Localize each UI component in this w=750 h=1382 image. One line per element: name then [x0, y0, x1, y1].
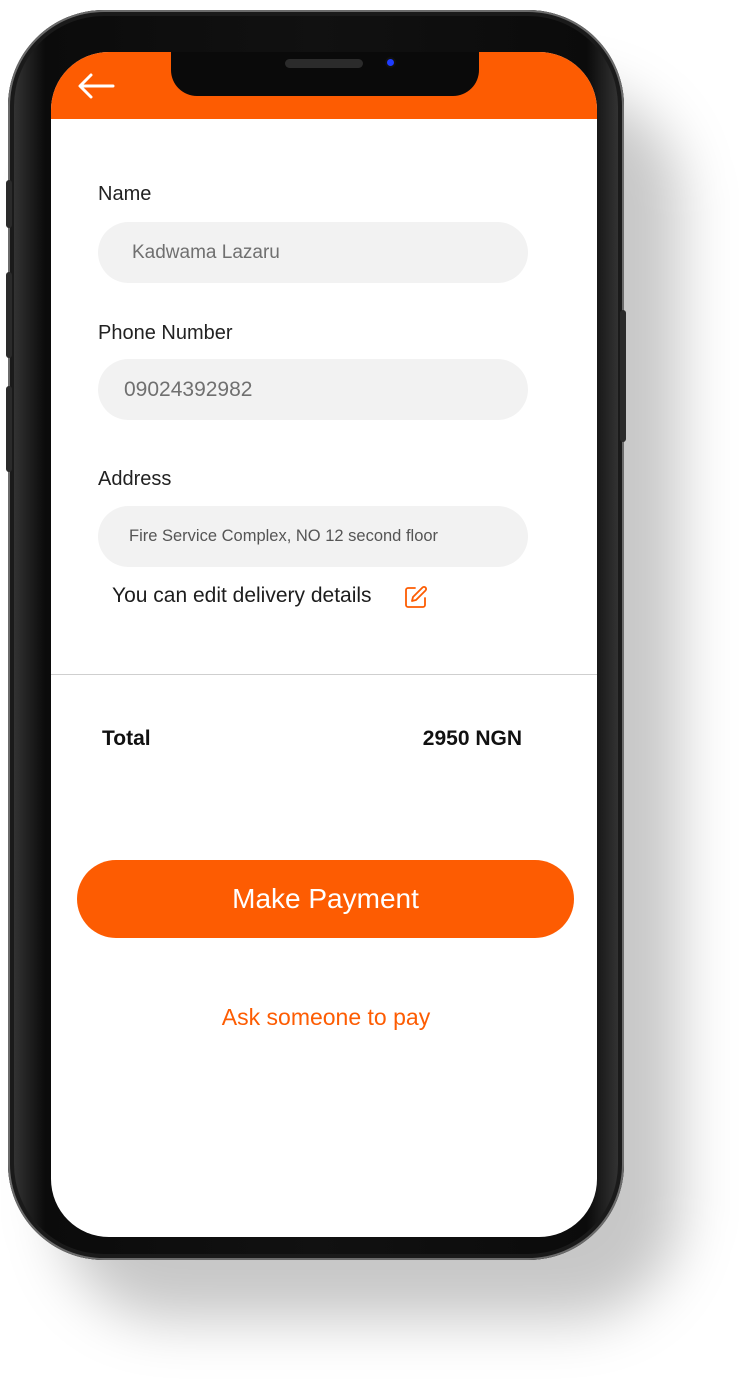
volume-down-button: [6, 386, 12, 472]
name-field[interactable]: [98, 222, 528, 283]
arrow-left-icon[interactable]: [77, 72, 115, 100]
phone-notch: [171, 52, 479, 96]
phone-field[interactable]: [98, 359, 528, 420]
total-amount: 2950 NGN: [422, 727, 522, 750]
phone-frame: Name Phone Number Address You can edit d…: [6, 10, 626, 1260]
address-label: Address: [98, 468, 172, 490]
name-label: Name: [98, 183, 152, 205]
phone-label: Phone Number: [98, 322, 233, 344]
section-divider: [51, 674, 597, 675]
address-field[interactable]: [98, 506, 528, 567]
mockup-stage: Name Phone Number Address You can edit d…: [0, 0, 750, 1382]
front-camera: [387, 59, 394, 66]
volume-up-button: [6, 272, 12, 358]
edit-icon[interactable]: [404, 585, 428, 609]
mute-switch: [6, 180, 12, 228]
edit-delivery-hint: You can edit delivery details: [112, 584, 372, 607]
ask-someone-to-pay-link[interactable]: Ask someone to pay: [51, 1004, 597, 1031]
total-label: Total: [102, 727, 151, 750]
speaker-grille: [285, 59, 363, 68]
power-button: [620, 310, 626, 442]
make-payment-button[interactable]: Make Payment: [77, 860, 574, 938]
app-screen: Name Phone Number Address You can edit d…: [51, 52, 597, 1237]
